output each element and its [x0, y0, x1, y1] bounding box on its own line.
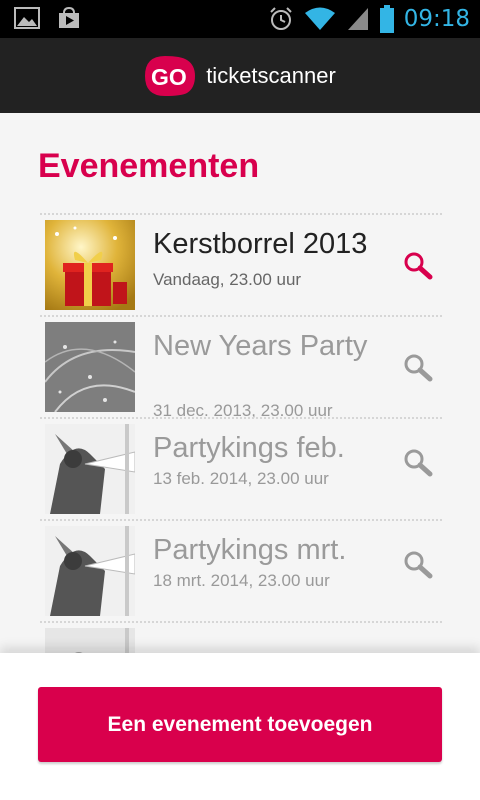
- event-title: Kerstborrel 2013: [153, 228, 368, 260]
- event-item-partykings-feb[interactable]: Partykings feb. 13 feb. 2014, 23.00 uur: [40, 417, 442, 519]
- event-date: 18 mrt. 2014, 23.00 uur: [153, 571, 330, 590]
- battery-icon: [379, 5, 394, 33]
- brand-name: ticketscanner: [206, 62, 336, 88]
- status-bar: 09:18: [0, 0, 480, 38]
- wifi-icon: [304, 7, 335, 30]
- event-item-partial[interactable]: [40, 621, 442, 653]
- bottom-action-bar: Een evenement toevoegen: [0, 653, 480, 800]
- event-list: Kerstborrel 2013 Vandaag, 23.00 uur New …: [40, 213, 442, 653]
- event-item-new-years-party[interactable]: New Years Party 31 dec. 2013, 23.00 uur: [40, 315, 442, 420]
- event-item-kerstborrel[interactable]: Kerstborrel 2013 Vandaag, 23.00 uur: [40, 213, 442, 315]
- signal-icon: [347, 8, 368, 30]
- search-icon[interactable]: [402, 447, 434, 479]
- event-date: 13 feb. 2014, 23.00 uur: [153, 469, 329, 488]
- status-time: 09:18: [403, 6, 470, 32]
- main-content: Evenementen Kerstborrel 2013 Vandaag, 23…: [0, 113, 480, 653]
- go-logo-icon: GO: [145, 55, 196, 96]
- alarm-icon: [269, 7, 292, 30]
- event-thumbnail: [45, 628, 135, 653]
- event-title: Partykings feb.: [153, 432, 345, 464]
- app-logo: GO ticketscanner: [144, 55, 336, 97]
- search-icon[interactable]: [402, 250, 434, 282]
- event-title: Partykings mrt.: [153, 534, 347, 566]
- search-icon[interactable]: [402, 352, 434, 384]
- logo-text: GO: [151, 64, 187, 90]
- event-thumbnail: [45, 526, 135, 616]
- event-date: Vandaag, 23.00 uur: [153, 270, 302, 289]
- event-thumbnail: [45, 322, 135, 412]
- search-icon[interactable]: [402, 549, 434, 581]
- gallery-icon: [14, 7, 40, 29]
- app-bar: GO ticketscanner: [0, 38, 480, 113]
- event-thumbnail: [45, 220, 135, 310]
- add-event-button[interactable]: Een evenement toevoegen: [38, 687, 442, 762]
- event-item-partykings-mrt[interactable]: Partykings mrt. 18 mrt. 2014, 23.00 uur: [40, 519, 442, 621]
- event-thumbnail: [45, 424, 135, 514]
- store-icon: [59, 7, 79, 28]
- event-title: New Years Party: [153, 330, 368, 362]
- page-title: Evenementen: [38, 147, 260, 185]
